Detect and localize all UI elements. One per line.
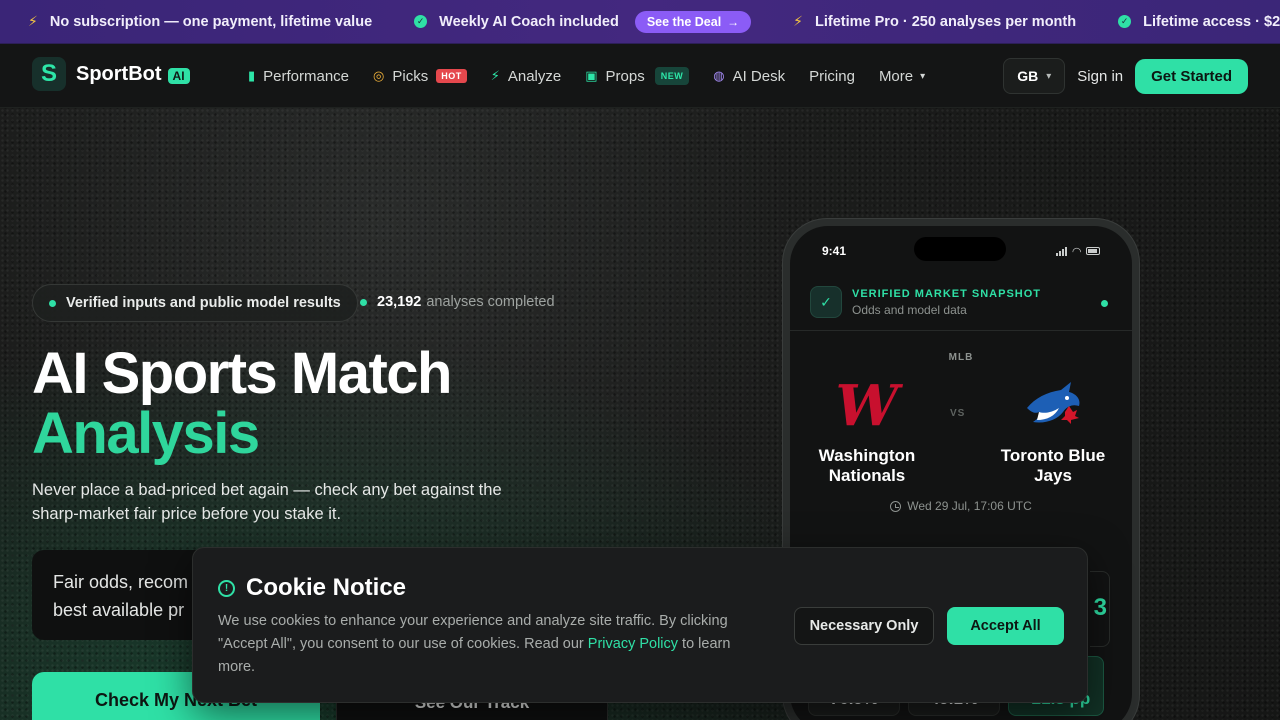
- language-value: GB: [1017, 68, 1039, 84]
- arrow-right-icon: →: [727, 14, 740, 29]
- home-team-name: Washington Nationals: [818, 446, 916, 485]
- hot-badge: HOT: [436, 69, 467, 83]
- status-dot-icon: [360, 298, 367, 306]
- league-label: MLB: [948, 352, 974, 363]
- bolt-icon: ⚡: [28, 13, 38, 29]
- match-datetime: Wed 29 Jul, 17:06 UTC: [790, 499, 1132, 513]
- phone-status-bar: 9:41 ◠: [822, 244, 1100, 258]
- promo-text: Lifetime access · $299 one-t: [1143, 13, 1280, 30]
- promo-item: ⚡ No subscription — one payment, lifetim…: [28, 13, 372, 30]
- status-dot-icon: [49, 299, 56, 307]
- stat-count: 23,192: [377, 294, 422, 310]
- nav-label: Picks: [392, 67, 429, 85]
- battery-icon: [1086, 247, 1100, 255]
- snapshot-subtitle: Odds and model data: [852, 302, 967, 317]
- logo[interactable]: S SportBot AI: [32, 57, 190, 91]
- nationals-logo: W: [835, 373, 899, 439]
- market-snapshot-header: ✓ VERIFIED MARKET SNAPSHOT Odds and mode…: [790, 274, 1132, 331]
- hero-title: AI Sports Match Analysis: [32, 341, 453, 466]
- edge-value: 3: [1093, 594, 1107, 621]
- phone-time: 9:41: [822, 244, 847, 258]
- bolt-icon: ⚡: [793, 13, 804, 29]
- nav-label: Analyze: [507, 67, 562, 85]
- nav-performance[interactable]: ▮ Performance: [248, 68, 349, 85]
- get-started-button[interactable]: Get Started: [1135, 58, 1248, 94]
- hero-title-line2: Analysis: [32, 401, 260, 466]
- analyses-stat: 23,192 analyses completed: [360, 294, 555, 310]
- promo-item: ⚡ Lifetime Pro · 250 analyses per month: [793, 13, 1076, 30]
- blue-jays-logo: [988, 376, 1118, 436]
- see-deal-button[interactable]: See the Deal →: [634, 10, 752, 33]
- shield-check-icon: ✓: [810, 286, 842, 318]
- logo-mark-icon: S: [32, 57, 66, 91]
- nav-label: AI Desk: [732, 67, 786, 85]
- edge-card: 3: [1090, 571, 1110, 647]
- cookie-notice: ! Cookie Notice We use cookies to enhanc…: [192, 547, 1088, 703]
- nav-label: Performance: [263, 67, 350, 85]
- promo-ticker: ⚡ No subscription — one payment, lifetim…: [0, 0, 1280, 44]
- nav-label: Pricing: [809, 67, 855, 85]
- brand-badge: AI: [167, 68, 190, 84]
- home-team: W Washington Nationals: [802, 376, 932, 486]
- brand-name: SportBot: [76, 62, 162, 85]
- accept-all-button[interactable]: Accept All: [947, 607, 1064, 645]
- away-team: Toronto Blue Jays: [988, 376, 1118, 486]
- pill-text: Verified inputs and public model results: [66, 295, 341, 311]
- vs-label: VS: [950, 408, 966, 419]
- promo-text: No subscription — one payment, lifetime …: [49, 13, 373, 30]
- stat-label: analyses completed: [426, 294, 555, 310]
- signal-icon: [1055, 246, 1068, 256]
- snapshot-text: VERIFIED MARKET SNAPSHOT Odds and model …: [852, 288, 1041, 317]
- cookie-text: We use cookies to enhance your experienc…: [218, 610, 758, 679]
- hero-subtitle: Never place a bad-priced bet again — che…: [32, 481, 502, 523]
- promo-text: Lifetime Pro · 250 analyses per month: [815, 13, 1077, 30]
- bar-chart-icon: ▮: [248, 68, 256, 83]
- snapshot-title: VERIFIED MARKET SNAPSHOT: [852, 287, 1042, 300]
- nav-ai-desk[interactable]: ◍ AI Desk: [713, 68, 785, 85]
- bolt-icon: ⚡: [490, 68, 500, 83]
- nav-picks[interactable]: ◎ Picks HOT: [373, 68, 467, 85]
- privacy-policy-link[interactable]: Privacy Policy: [588, 636, 678, 652]
- chart-box-icon: ▣: [585, 68, 598, 83]
- necessary-only-button[interactable]: Necessary Only: [794, 607, 934, 645]
- chevron-down-icon: ▾: [1046, 70, 1052, 82]
- new-badge: NEW: [654, 67, 690, 85]
- sign-in-link[interactable]: Sign in: [1077, 68, 1123, 85]
- chevron-down-icon: ▾: [920, 70, 926, 82]
- nav-links: ▮ Performance ◎ Picks HOT ⚡ Analyze ▣ Pr…: [248, 44, 949, 108]
- system-icons: ◠: [1055, 244, 1100, 258]
- check-circle-icon: ✓: [1118, 15, 1132, 28]
- globe-icon: ◍: [713, 68, 725, 83]
- cookie-title: ! Cookie Notice: [218, 574, 406, 602]
- arrow-right-icon: →: [466, 715, 478, 720]
- nav-actions: GB ▾ Sign in Get Started: [1003, 58, 1248, 94]
- see-deal-label: See the Deal: [646, 14, 722, 29]
- promo-item: ✓ Lifetime access · $299 one-t: [1118, 14, 1280, 30]
- top-nav: S SportBot AI ▮ Performance ◎ Picks HOT …: [0, 44, 1280, 108]
- away-team-name: Toronto Blue Jays: [1000, 446, 1106, 485]
- language-select[interactable]: GB ▾: [1003, 58, 1066, 94]
- cookie-title-text: Cookie Notice: [246, 574, 407, 601]
- datetime-text: Wed 29 Jul, 17:06 UTC: [907, 499, 1032, 513]
- promo-item: ✓ Weekly AI Coach included See the Deal …: [414, 10, 752, 33]
- nav-label: More: [878, 67, 914, 85]
- nav-props[interactable]: ▣ Props NEW: [585, 67, 690, 85]
- info-icon: !: [218, 579, 235, 597]
- live-dot-icon: [1101, 300, 1108, 307]
- wifi-icon: ◠: [1072, 245, 1081, 258]
- nav-more[interactable]: More ▾: [879, 68, 925, 85]
- verified-pill: Verified inputs and public model results: [32, 284, 358, 322]
- nav-label: Props: [605, 67, 645, 85]
- target-icon: ◎: [373, 68, 385, 83]
- hero-title-line1: AI Sports Match: [32, 341, 453, 406]
- nav-pricing[interactable]: Pricing: [809, 68, 855, 85]
- promo-text: Weekly AI Coach included: [439, 13, 619, 30]
- nav-analyze[interactable]: ⚡ Analyze: [491, 68, 562, 85]
- check-circle-icon: ✓: [414, 15, 428, 28]
- clock-icon: [890, 500, 902, 512]
